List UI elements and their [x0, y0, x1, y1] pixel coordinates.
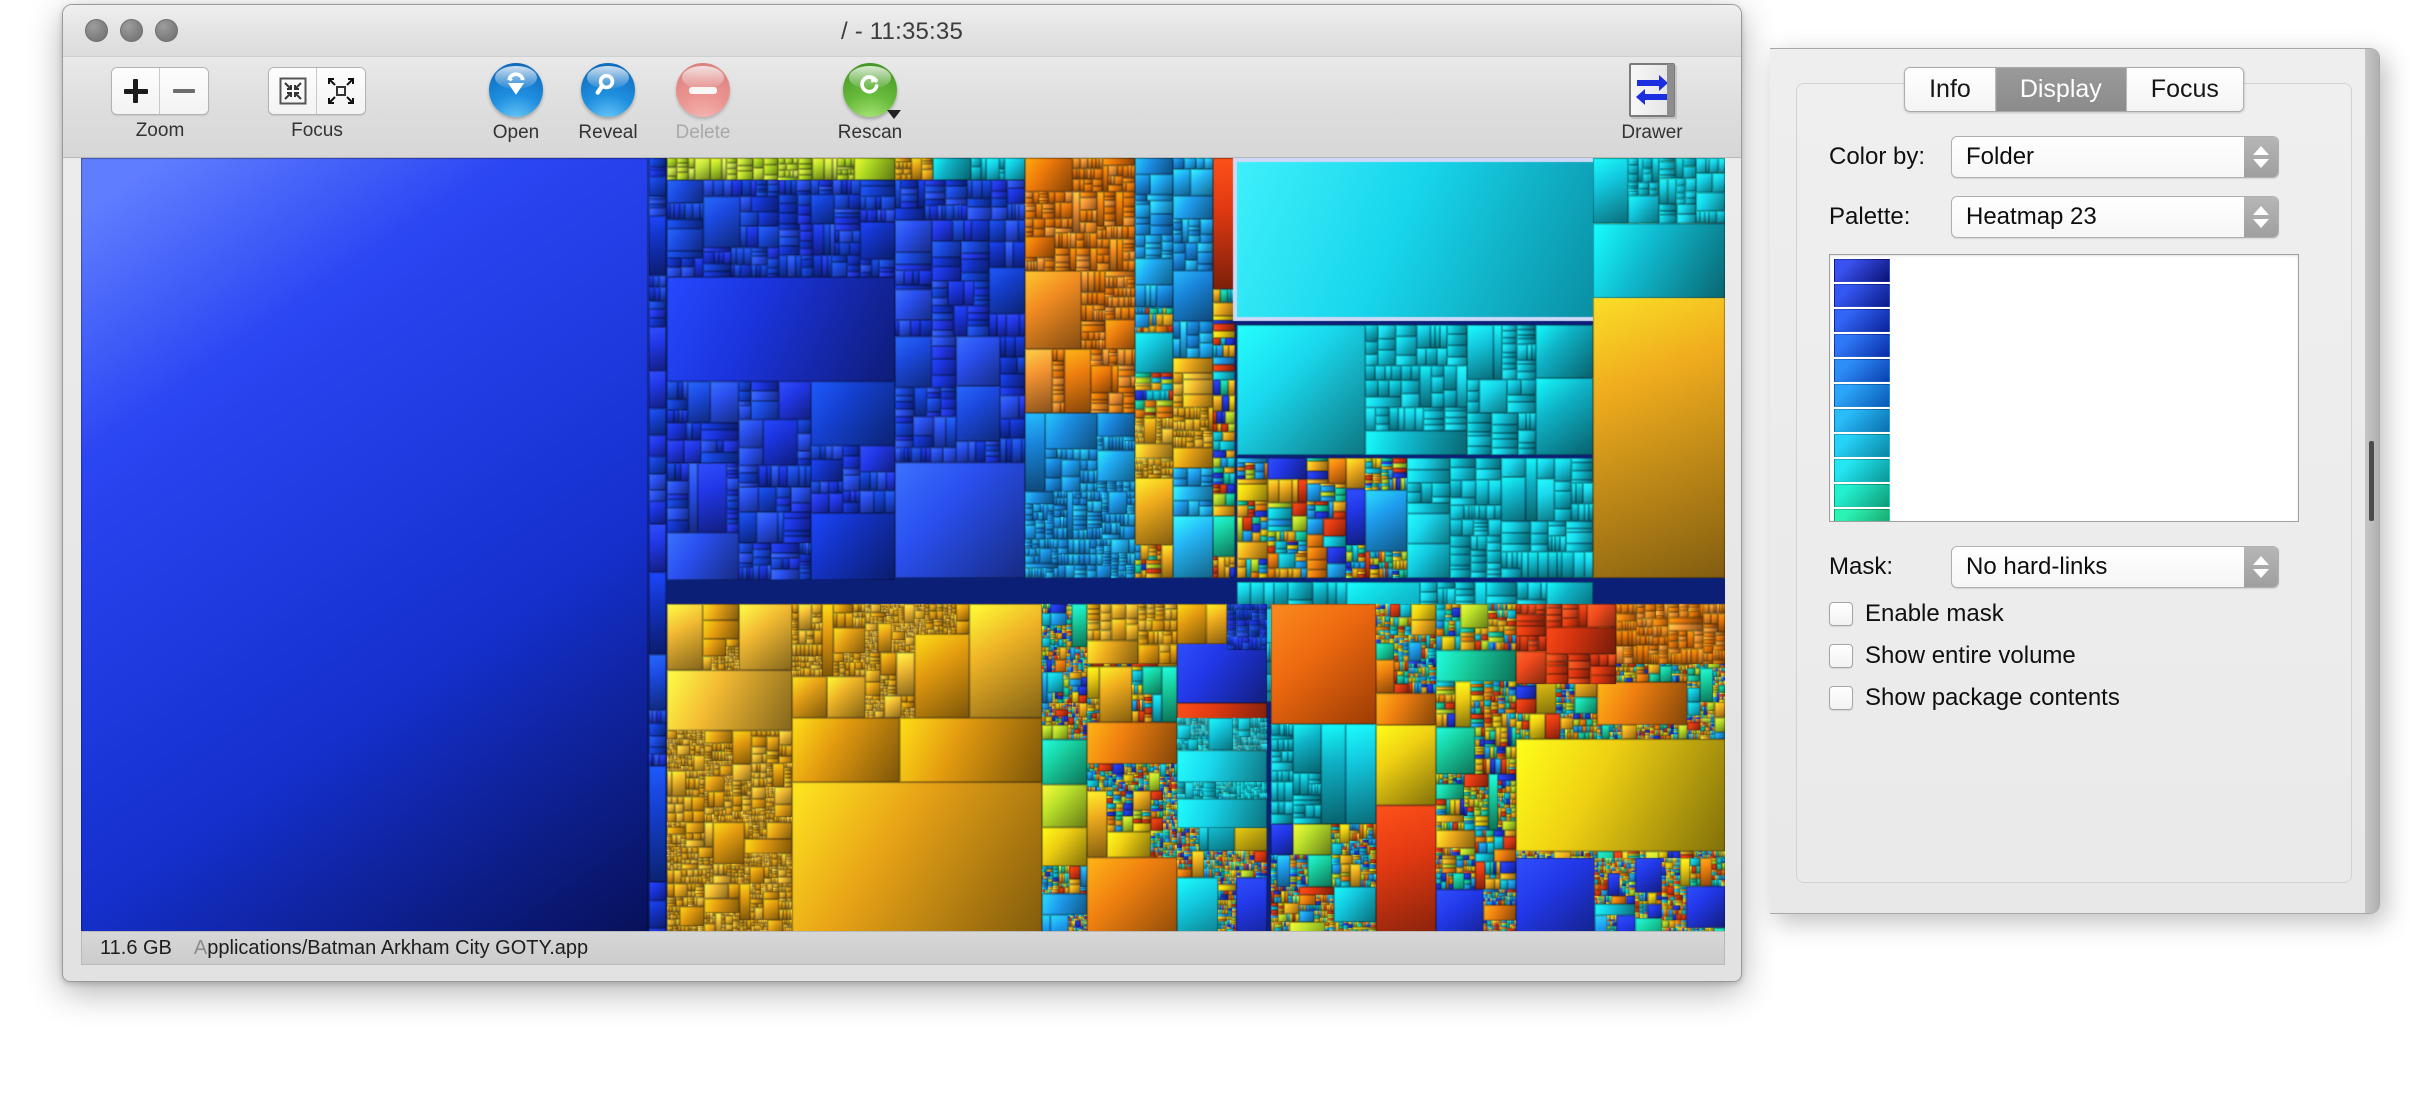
- focus-segmented-control[interactable]: [268, 67, 366, 115]
- treemap-canvas[interactable]: [81, 158, 1725, 948]
- mask-stepper-icon[interactable]: [2244, 547, 2278, 587]
- delete-label: Delete: [675, 122, 731, 143]
- palette-swatch[interactable]: [1834, 259, 1890, 282]
- minus-icon: [172, 79, 196, 103]
- main-window: / - 11:35:35 Zoom Focus Open Reveal Dele…: [62, 4, 1742, 982]
- drawer-resize-handle[interactable]: [2365, 49, 2379, 913]
- titlebar[interactable]: / - 11:35:35: [63, 5, 1741, 57]
- zoom-group: Zoom: [111, 67, 209, 142]
- drawer-content: Info Display Focus Color by: Folder Pale…: [1796, 67, 2352, 883]
- palette-swatch-list[interactable]: [1829, 254, 2299, 522]
- color-by-label: Color by:: [1829, 143, 1926, 170]
- minus-circle-icon: [689, 87, 717, 94]
- chevron-down-icon: [2253, 569, 2269, 578]
- chevron-down-icon: [2253, 219, 2269, 228]
- show-entire-volume-row[interactable]: Show entire volume: [1829, 642, 2076, 670]
- screen: / - 11:35:35 Zoom Focus Open Reveal Dele…: [0, 0, 2410, 1120]
- palette-swatch[interactable]: [1834, 409, 1890, 432]
- zoom-label: Zoom: [135, 120, 185, 141]
- mask-label: Mask:: [1829, 553, 1894, 580]
- status-bar: 11.6 GB Applications/Batman Arkham City …: [81, 931, 1725, 965]
- tab-focus[interactable]: Focus: [2126, 68, 2243, 111]
- show-package-contents-row[interactable]: Show package contents: [1829, 684, 2120, 712]
- delete-group: Delete: [658, 63, 748, 144]
- zoom-out-button[interactable]: [160, 68, 208, 114]
- zoom-in-button[interactable]: [112, 68, 160, 114]
- open-label: Open: [492, 122, 540, 143]
- mask-row: Mask: No hard-links: [1829, 546, 2279, 588]
- rescan-dropdown-caret-icon[interactable]: [887, 110, 901, 119]
- palette-value: Heatmap 23: [1966, 203, 2097, 230]
- tab-display[interactable]: Display: [1995, 68, 2127, 111]
- display-drawer: Info Display Focus Color by: Folder Pale…: [1770, 48, 2380, 914]
- mask-value: No hard-links: [1966, 553, 2108, 580]
- rescan-group[interactable]: Rescan: [818, 63, 922, 144]
- enable-mask-row[interactable]: Enable mask: [1829, 600, 2004, 628]
- color-by-stepper-icon[interactable]: [2244, 137, 2278, 177]
- delete-button: [676, 63, 730, 117]
- focus-label: Focus: [291, 120, 343, 141]
- color-by-row: Color by: Folder: [1829, 136, 2279, 178]
- palette-select[interactable]: Heatmap 23: [1951, 196, 2279, 238]
- palette-label: Palette:: [1829, 203, 1911, 230]
- palette-swatch[interactable]: [1834, 359, 1890, 382]
- mask-select[interactable]: No hard-links: [1951, 546, 2279, 588]
- refresh-icon: [860, 74, 879, 94]
- drawer-toggle-button[interactable]: [1629, 63, 1675, 117]
- drawer-group[interactable]: Drawer: [1597, 63, 1707, 144]
- palette-swatch[interactable]: [1834, 334, 1890, 357]
- chevron-up-icon: [2253, 206, 2269, 215]
- chevron-up-icon: [2253, 556, 2269, 565]
- reveal-group[interactable]: Reveal: [560, 63, 656, 144]
- window-title: / - 11:35:35: [840, 18, 964, 45]
- focus-in-button[interactable]: [269, 68, 317, 114]
- color-by-select[interactable]: Folder: [1951, 136, 2279, 178]
- magnifier-icon: [595, 73, 615, 95]
- treemap-view[interactable]: [81, 158, 1725, 948]
- rescan-button[interactable]: [843, 63, 901, 119]
- palette-swatch[interactable]: [1834, 384, 1890, 407]
- show-package-contents-checkbox[interactable]: [1829, 686, 1853, 710]
- drawer-grip-handle-icon[interactable]: [2369, 441, 2374, 521]
- status-path-rest: pplications/Batman Arkham City GOTY.app: [207, 936, 589, 959]
- contract-arrows-icon: [279, 77, 306, 105]
- chevron-down-icon: [2253, 159, 2269, 168]
- enable-mask-label: Enable mask: [1865, 600, 2004, 627]
- rescan-label: Rescan: [837, 122, 903, 143]
- zoom-segmented-control[interactable]: [111, 67, 209, 115]
- tab-info[interactable]: Info: [1905, 68, 1996, 111]
- show-entire-volume-checkbox[interactable]: [1829, 644, 1853, 668]
- reveal-label: Reveal: [578, 122, 638, 143]
- reveal-button[interactable]: [581, 63, 635, 117]
- show-package-contents-label: Show package contents: [1865, 684, 2120, 711]
- palette-swatch[interactable]: [1834, 459, 1890, 482]
- palette-swatch[interactable]: [1834, 309, 1890, 332]
- focus-group: Focus: [268, 67, 366, 142]
- palette-stepper-icon[interactable]: [2244, 197, 2278, 237]
- open-group[interactable]: Open: [476, 63, 556, 144]
- drawer-label: Drawer: [1621, 122, 1683, 143]
- palette-swatch[interactable]: [1834, 484, 1890, 507]
- palette-swatch[interactable]: [1834, 509, 1890, 521]
- expand-arrows-icon: [328, 78, 354, 104]
- focus-out-button[interactable]: [317, 68, 365, 114]
- status-path-prefix: A: [193, 936, 208, 959]
- status-path: Applications/Batman Arkham City GOTY.app: [194, 937, 588, 960]
- status-size: 11.6 GB: [100, 936, 172, 959]
- show-entire-volume-label: Show entire volume: [1865, 642, 2076, 669]
- enable-mask-checkbox[interactable]: [1829, 602, 1853, 626]
- drawer-tabs[interactable]: Info Display Focus: [1904, 67, 2244, 112]
- download-arrow-icon: [507, 72, 525, 95]
- palette-row: Palette: Heatmap 23: [1829, 196, 2279, 238]
- palette-swatch[interactable]: [1834, 284, 1890, 307]
- open-button[interactable]: [489, 63, 543, 117]
- palette-swatch[interactable]: [1834, 434, 1890, 457]
- plus-icon: [123, 79, 148, 103]
- toolbar: Zoom Focus Open Reveal Delete Rescan Dra…: [63, 57, 1741, 158]
- drawer-edge: [1667, 64, 1674, 116]
- color-by-value: Folder: [1966, 143, 2035, 170]
- chevron-up-icon: [2253, 146, 2269, 155]
